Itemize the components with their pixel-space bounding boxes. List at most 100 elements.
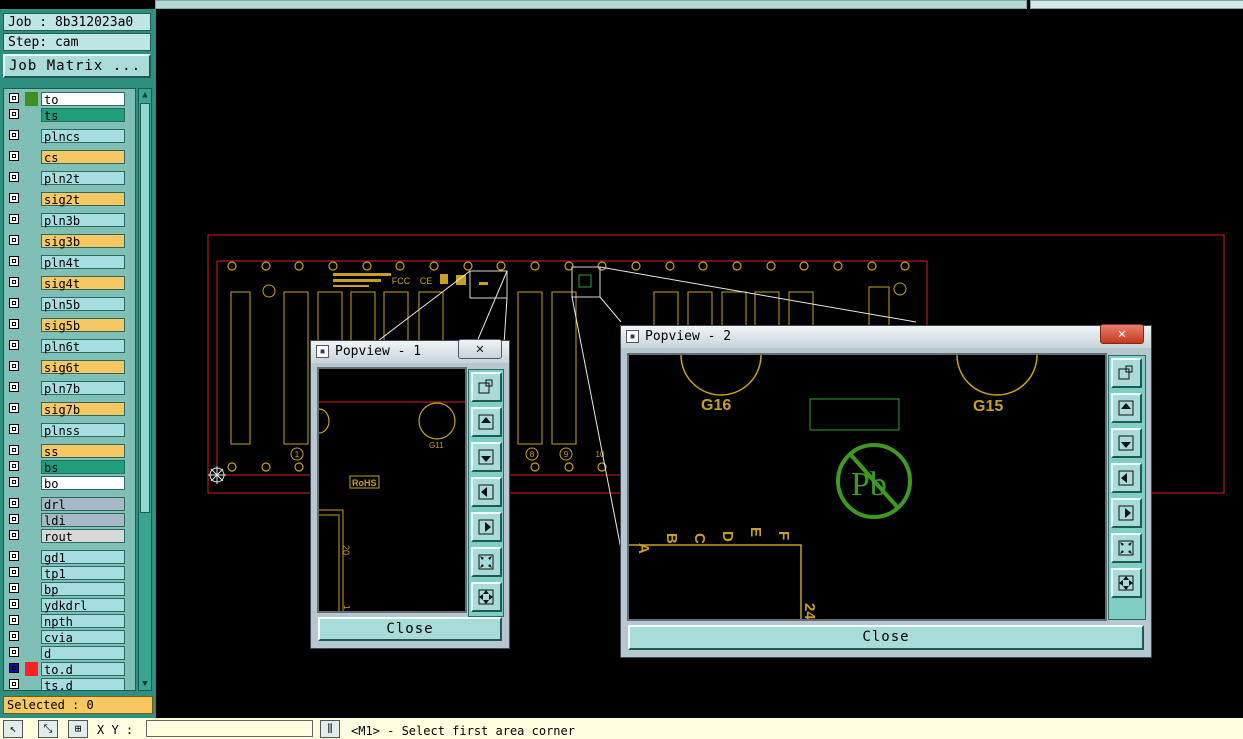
layer-checkbox[interactable] bbox=[9, 445, 19, 455]
layer-name[interactable]: ss bbox=[41, 444, 125, 459]
layer-row[interactable]: drl bbox=[4, 497, 135, 512]
layer-row[interactable]: pln2t bbox=[4, 171, 135, 186]
layer-checkbox[interactable] bbox=[9, 214, 19, 224]
layer-name[interactable]: plncs bbox=[41, 129, 125, 144]
layer-row[interactable]: sig3b bbox=[4, 234, 135, 249]
zoom-out-icon[interactable] bbox=[1111, 568, 1142, 598]
layer-row[interactable]: sig6t bbox=[4, 360, 135, 375]
layer-checkbox[interactable] bbox=[9, 498, 19, 508]
layer-checkbox[interactable] bbox=[9, 382, 19, 392]
layer-row[interactable]: pln5b bbox=[4, 297, 135, 312]
layer-row[interactable]: cvia bbox=[4, 630, 135, 645]
popview-1-view[interactable]: G11 RoHS 20 1 bbox=[317, 367, 467, 613]
zoom-home-icon[interactable] bbox=[1111, 358, 1142, 388]
layer-checkbox[interactable] bbox=[9, 403, 19, 413]
pan-up-icon[interactable] bbox=[471, 407, 502, 437]
layer-checkbox[interactable] bbox=[9, 424, 19, 434]
zoom-home-icon[interactable] bbox=[471, 372, 502, 402]
layer-checkbox[interactable] bbox=[9, 109, 19, 119]
zoom-in-icon[interactable] bbox=[1111, 533, 1142, 563]
layer-checkbox[interactable] bbox=[9, 151, 19, 161]
layer-name[interactable]: pln4t bbox=[41, 255, 125, 270]
layer-checkbox[interactable] bbox=[9, 514, 19, 524]
layer-row[interactable]: rout bbox=[4, 529, 135, 544]
popview-1-close-button[interactable]: Close bbox=[318, 617, 502, 641]
snap-grid-icon[interactable]: ⊞ bbox=[68, 720, 88, 738]
layer-name[interactable]: ts.d bbox=[41, 678, 125, 690]
pan-down-icon[interactable] bbox=[471, 442, 502, 472]
layer-checkbox[interactable] bbox=[9, 277, 19, 287]
layer-row[interactable]: ts.d bbox=[4, 678, 135, 690]
pan-left-icon[interactable] bbox=[1111, 463, 1142, 493]
layer-row[interactable]: to.d bbox=[4, 662, 135, 677]
layer-name[interactable]: npth bbox=[41, 614, 125, 629]
layer-name[interactable]: bp bbox=[41, 582, 125, 597]
layer-checkbox[interactable] bbox=[9, 461, 19, 471]
layer-row[interactable]: ydkdrl bbox=[4, 598, 135, 613]
layer-name[interactable]: to bbox=[41, 92, 125, 107]
popview-2-close-x[interactable]: ✕ bbox=[1100, 324, 1144, 344]
layer-name[interactable]: bo bbox=[41, 476, 125, 491]
layer-name[interactable]: pln3b bbox=[41, 213, 125, 228]
layer-name[interactable]: to.d bbox=[41, 662, 125, 677]
layer-checkbox[interactable] bbox=[9, 340, 19, 350]
pan-left-icon[interactable] bbox=[471, 477, 502, 507]
layer-name[interactable]: bs bbox=[41, 460, 125, 475]
layer-row[interactable]: sig4t bbox=[4, 276, 135, 291]
layer-row[interactable]: sig2t bbox=[4, 192, 135, 207]
layer-checkbox[interactable] bbox=[9, 93, 19, 103]
layer-checkbox[interactable] bbox=[9, 172, 19, 182]
layer-row[interactable]: sig7b bbox=[4, 402, 135, 417]
layer-checkbox[interactable] bbox=[9, 193, 19, 203]
zoom-in-icon[interactable] bbox=[471, 547, 502, 577]
layer-checkbox[interactable] bbox=[9, 298, 19, 308]
layer-checkbox[interactable] bbox=[9, 631, 19, 641]
layer-row[interactable]: ldi bbox=[4, 513, 135, 528]
scrollbar-thumb[interactable] bbox=[140, 103, 150, 513]
layer-name[interactable]: sig5b bbox=[41, 318, 125, 333]
layer-checkbox[interactable] bbox=[9, 567, 19, 577]
layer-row[interactable]: bo bbox=[4, 476, 135, 491]
layer-name[interactable]: plnss bbox=[41, 423, 125, 438]
layer-name[interactable]: ldi bbox=[41, 513, 125, 528]
layer-checkbox[interactable] bbox=[9, 235, 19, 245]
pan-down-icon[interactable] bbox=[1111, 428, 1142, 458]
layer-name[interactable]: tp1 bbox=[41, 566, 125, 581]
layer-name[interactable]: drl bbox=[41, 497, 125, 512]
layer-name[interactable]: d bbox=[41, 646, 125, 661]
select-arrow-icon[interactable]: ↖ bbox=[3, 720, 23, 738]
layer-checkbox[interactable] bbox=[9, 663, 19, 673]
layer-row[interactable]: npth bbox=[4, 614, 135, 629]
scroll-up-icon[interactable]: ▲ bbox=[140, 90, 150, 100]
pan-right-icon[interactable] bbox=[471, 512, 502, 542]
job-matrix-button[interactable]: Job Matrix ... bbox=[3, 54, 151, 78]
layer-checkbox[interactable] bbox=[9, 615, 19, 625]
popview-1-close-x[interactable]: ✕ bbox=[458, 339, 502, 359]
layer-row[interactable]: d bbox=[4, 646, 135, 661]
layer-checkbox[interactable] bbox=[9, 530, 19, 540]
layer-checkbox[interactable] bbox=[9, 583, 19, 593]
layer-row[interactable]: tp1 bbox=[4, 566, 135, 581]
layer-name[interactable]: ydkdrl bbox=[41, 598, 125, 613]
measure-icon[interactable]: ⤡ bbox=[38, 720, 58, 738]
layer-row[interactable]: ts bbox=[4, 108, 135, 123]
layer-name[interactable]: cvia bbox=[41, 630, 125, 645]
layer-checkbox[interactable] bbox=[9, 361, 19, 371]
layer-name[interactable]: pln6t bbox=[41, 339, 125, 354]
layer-name[interactable]: rout bbox=[41, 529, 125, 544]
layer-name[interactable]: pln2t bbox=[41, 171, 125, 186]
layer-name[interactable]: pln5b bbox=[41, 297, 125, 312]
layer-checkbox[interactable] bbox=[9, 130, 19, 140]
layer-row[interactable]: to bbox=[4, 92, 135, 107]
layer-name[interactable]: sig4t bbox=[41, 276, 125, 291]
layer-name[interactable]: sig2t bbox=[41, 192, 125, 207]
layer-row[interactable]: ss bbox=[4, 444, 135, 459]
layer-name[interactable]: ts bbox=[41, 108, 125, 123]
layer-row[interactable]: pln4t bbox=[4, 255, 135, 270]
layer-row[interactable]: bs bbox=[4, 460, 135, 475]
layer-checkbox[interactable] bbox=[9, 256, 19, 266]
popview-2-close-button[interactable]: Close bbox=[628, 625, 1144, 650]
layer-checkbox[interactable] bbox=[9, 647, 19, 657]
layer-row[interactable]: plnss bbox=[4, 423, 135, 438]
layer-name[interactable]: pln7b bbox=[41, 381, 125, 396]
